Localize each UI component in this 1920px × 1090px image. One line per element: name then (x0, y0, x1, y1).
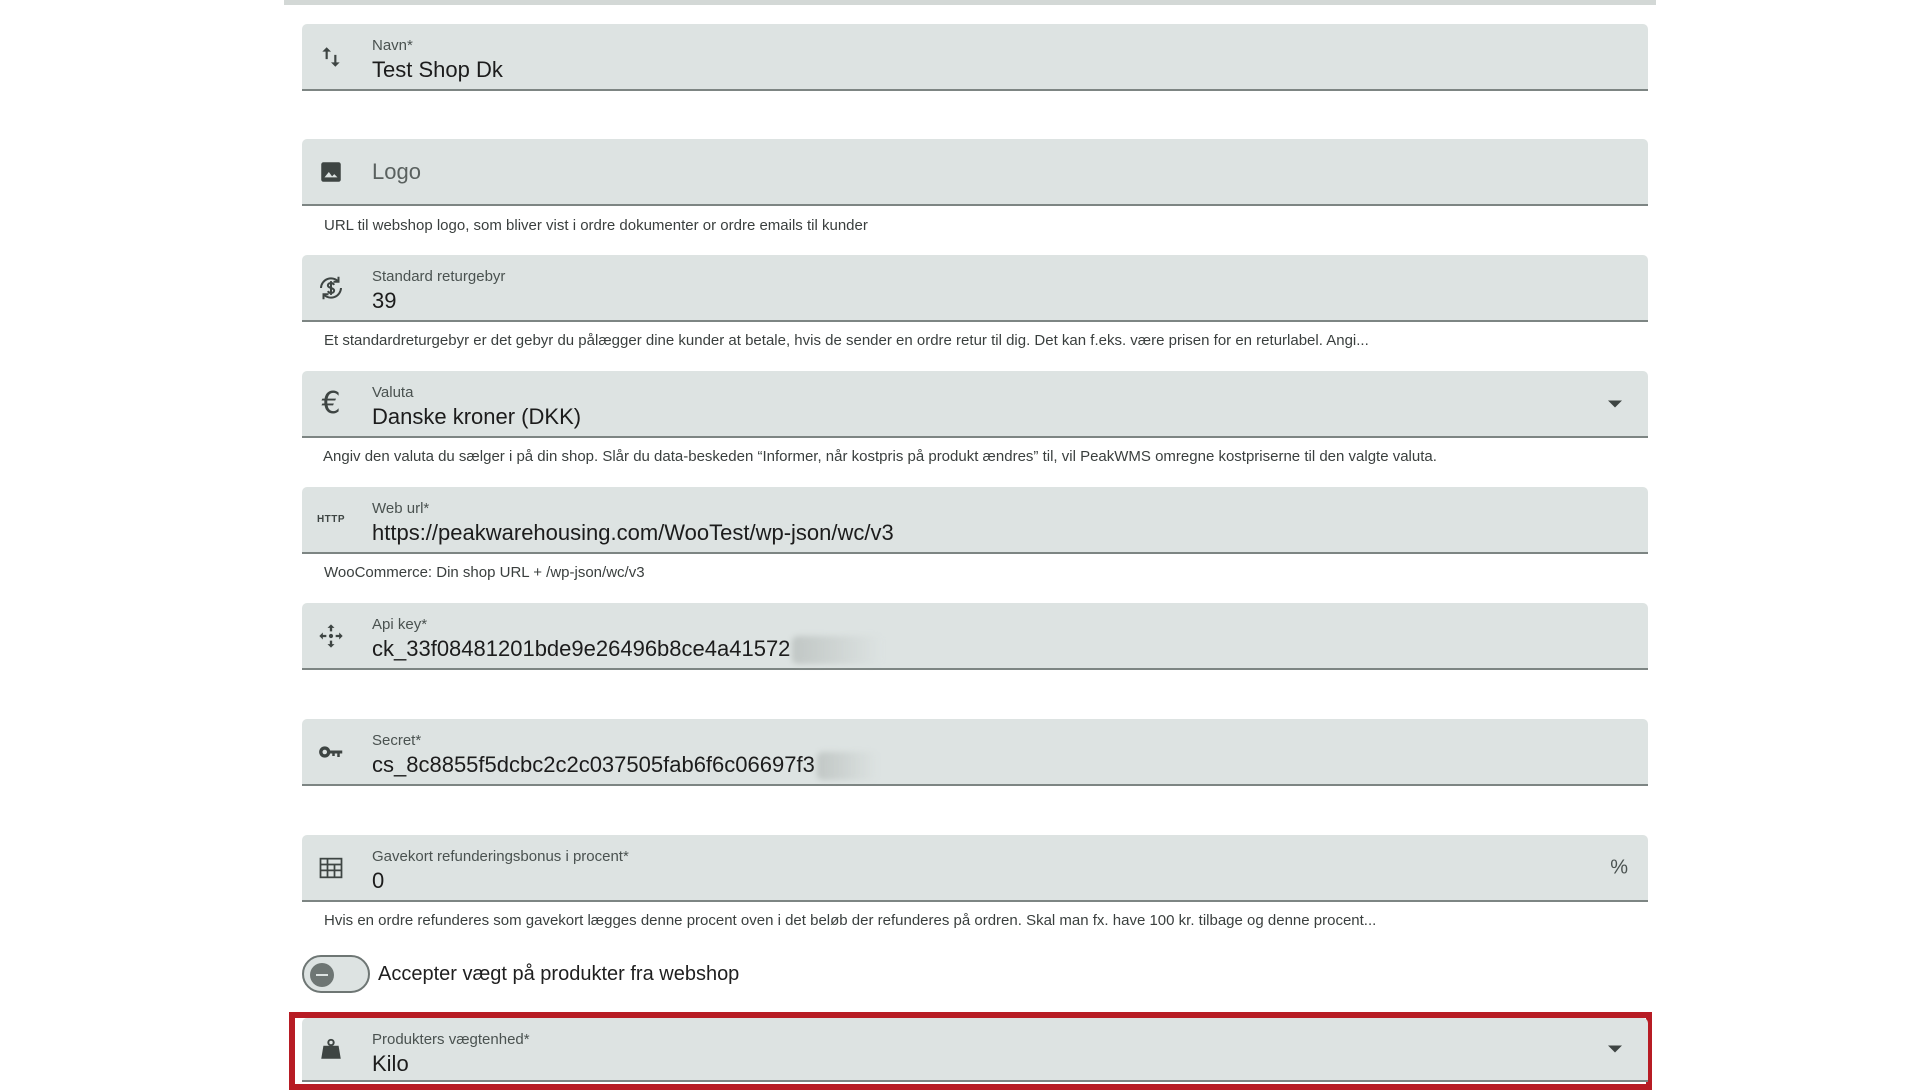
secret-value-wrap[interactable]: cs_8c8855f5dcbc2c2c037505fab6f6c06697f3 (372, 752, 877, 781)
currency-value[interactable]: Danske kroner (DKK) (372, 404, 581, 430)
secret-value: cs_8c8855f5dcbc2c2c037505fab6f6c06697f3 (372, 752, 815, 777)
weight-unit-value[interactable]: Kilo (372, 1051, 409, 1077)
web-url-value[interactable]: https://peakwarehousing.com/WooTest/wp-j… (372, 520, 894, 546)
weight-unit-select[interactable]: Produkters vægtenhed* Kilo (302, 1018, 1648, 1082)
euro-icon: € (321, 386, 341, 421)
web-url-label: Web url* (372, 500, 430, 517)
name-field[interactable]: Navn* Test Shop Dk (302, 24, 1648, 91)
currency-hint: Angiv den valuta du sælger i på din shop… (323, 448, 1437, 465)
api-key-label: Api key* (372, 616, 428, 633)
secret-field[interactable]: Secret* cs_8c8855f5dcbc2c2c037505fab6f6c… (302, 719, 1648, 786)
weight-unit-label: Produkters vægtenhed* (372, 1031, 530, 1048)
toggle-knob (310, 963, 334, 987)
return-fee-value[interactable]: 39 (372, 288, 396, 314)
swap-vertical-icon (316, 42, 346, 72)
top-divider (284, 0, 1656, 5)
logo-hint: URL til webshop logo, som bliver vist i … (324, 217, 868, 234)
giftcard-bonus-field[interactable]: Gavekort refunderingsbonus i procent* 0 … (302, 835, 1648, 902)
table-icon (316, 853, 346, 883)
chevron-down-icon[interactable] (1608, 400, 1622, 407)
image-icon (316, 157, 346, 187)
redaction-blur (816, 752, 877, 781)
return-fee-field[interactable]: Standard returgebyr 39 (302, 255, 1648, 322)
web-url-field[interactable]: HTTP Web url* https://peakwarehousing.co… (302, 487, 1648, 554)
name-label: Navn* (372, 37, 413, 54)
name-value[interactable]: Test Shop Dk (372, 57, 503, 83)
api-key-value-wrap[interactable]: ck_33f08481201bde9e26496b8ce4a41572 (372, 636, 883, 665)
accept-weight-toggle-row: Accepter vægt på produkter fra webshop (302, 955, 1102, 995)
currency-exchange-icon (316, 273, 346, 303)
giftcard-bonus-label: Gavekort refunderingsbonus i procent* (372, 848, 629, 865)
currency-select[interactable]: € Valuta Danske kroner (DKK) (302, 371, 1648, 438)
weight-icon (316, 1034, 346, 1064)
accept-weight-toggle[interactable] (302, 955, 370, 993)
redaction-blur (792, 636, 883, 665)
percent-suffix: % (1610, 856, 1628, 878)
web-url-hint: WooCommerce: Din shop URL + /wp-json/wc/… (324, 564, 645, 581)
logo-input[interactable]: Logo (372, 159, 421, 185)
api-key-value: ck_33f08481201bde9e26496b8ce4a41572 (372, 636, 791, 661)
giftcard-bonus-hint: Hvis en ordre refunderes som gavekort læ… (324, 912, 1377, 929)
logo-field[interactable]: Logo (302, 139, 1648, 206)
key-icon (316, 737, 346, 767)
giftcard-bonus-value[interactable]: 0 (372, 868, 384, 894)
return-fee-label: Standard returgebyr (372, 268, 506, 285)
http-icon: HTTP (316, 514, 346, 525)
return-fee-hint: Et standardreturgebyr er det gebyr du på… (324, 332, 1369, 349)
chevron-down-icon[interactable] (1608, 1045, 1622, 1053)
api-key-field[interactable]: Api key* ck_33f08481201bde9e26496b8ce4a4… (302, 603, 1648, 670)
move-icon (316, 621, 346, 651)
accept-weight-label: Accepter vægt på produkter fra webshop (378, 963, 740, 985)
currency-label: Valuta (372, 384, 414, 401)
secret-label: Secret* (372, 732, 422, 749)
